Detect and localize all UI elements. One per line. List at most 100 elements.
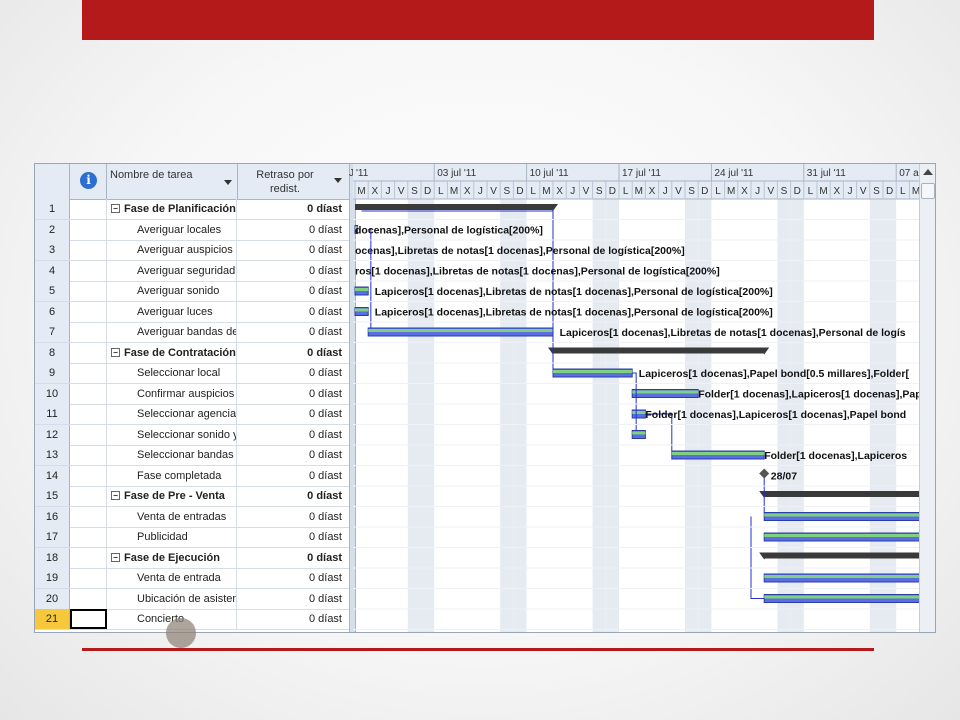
row-number[interactable]: 10 xyxy=(35,383,70,404)
indicator-cell[interactable] xyxy=(70,260,107,281)
row-number[interactable]: 1 xyxy=(35,199,70,219)
delay-cell[interactable]: 0 díast xyxy=(238,445,342,465)
collapse-icon[interactable]: − xyxy=(111,552,120,562)
collapse-icon[interactable]: − xyxy=(111,204,120,213)
task-name-cell[interactable]: − Fase de Ejecución xyxy=(107,547,237,568)
indicator-cell[interactable] xyxy=(70,404,107,424)
task-name-cell[interactable]: Fase completada xyxy=(107,465,237,486)
task-name-cell[interactable]: Averiguar seguridad xyxy=(107,260,237,281)
vertical-scrollbar[interactable] xyxy=(919,164,935,632)
row-number[interactable]: 14 xyxy=(35,465,70,486)
task-name-cell[interactable]: Averiguar bandas de xyxy=(107,322,237,342)
table-row[interactable]: 18 − Fase de Ejecución 0 díast xyxy=(35,547,349,569)
indicator-cell[interactable] xyxy=(70,383,107,404)
task-name-cell[interactable]: − Fase de Pre - Venta xyxy=(107,486,237,506)
row-number[interactable]: 6 xyxy=(35,301,70,322)
indicator-cell[interactable] xyxy=(70,424,107,445)
task-name-cell[interactable]: Venta de entradas xyxy=(107,506,237,527)
task-name-header[interactable]: Nombre de tarea xyxy=(107,164,238,199)
delay-cell[interactable]: 0 díast xyxy=(238,261,342,281)
collapse-icon[interactable]: − xyxy=(111,491,120,500)
indicator-cell[interactable] xyxy=(70,219,107,240)
task-name-cell[interactable]: Publicidad xyxy=(107,527,237,547)
row-number[interactable]: 13 xyxy=(35,445,70,465)
table-row[interactable]: 5 Averiguar sonido 0 díast xyxy=(35,281,349,302)
table-row[interactable]: 16 Venta de entradas 0 díast xyxy=(35,506,349,528)
indicator-cell[interactable] xyxy=(70,281,107,301)
task-name-cell[interactable]: Averiguar luces xyxy=(107,301,237,322)
indicator-cell[interactable] xyxy=(70,322,107,342)
indicator-cell[interactable] xyxy=(70,363,107,383)
task-name-cell[interactable]: − Fase de Planificación xyxy=(107,199,237,219)
delay-cell[interactable]: 0 díast xyxy=(238,322,342,342)
delay-cell[interactable]: 0 díast xyxy=(238,486,342,506)
row-number[interactable]: 9 xyxy=(35,363,70,383)
table-row[interactable]: 1 − Fase de Planificación 0 díast xyxy=(35,199,349,220)
indicator-header[interactable]: i xyxy=(70,164,107,199)
delay-cell[interactable]: 0 díast xyxy=(238,404,342,424)
task-name-cell[interactable]: Seleccionar bandas d xyxy=(107,445,237,465)
task-name-cell[interactable]: − Fase de Contratación xyxy=(107,342,237,363)
task-name-cell[interactable]: Averiguar locales xyxy=(107,219,237,240)
indicator-cell[interactable] xyxy=(70,240,107,260)
indicator-cell[interactable] xyxy=(70,342,107,363)
row-number[interactable]: 15 xyxy=(35,486,70,506)
table-row[interactable]: 2 Averiguar locales 0 díast xyxy=(35,219,349,241)
delay-cell[interactable]: 0 díast xyxy=(238,466,342,486)
row-number[interactable]: 5 xyxy=(35,281,70,301)
table-row[interactable]: 14 Fase completada 0 díast xyxy=(35,465,349,487)
row-number[interactable]: 11 xyxy=(35,404,70,424)
delay-cell[interactable]: 0 díast xyxy=(238,609,342,629)
table-row[interactable]: 7 Averiguar bandas de 0 díast xyxy=(35,322,349,343)
table-row[interactable]: 6 Averiguar luces 0 díast xyxy=(35,301,349,323)
task-name-cell[interactable]: Seleccionar local xyxy=(107,363,237,383)
row-number[interactable]: 7 xyxy=(35,322,70,342)
delay-cell[interactable]: 0 díast xyxy=(238,568,342,588)
gantt-chart[interactable]: MXJVSDLMXJVSDLMXJVSDLMXJVSDLMXJVSDLMXJVS… xyxy=(353,164,919,632)
indicator-cell[interactable] xyxy=(70,547,107,568)
table-row[interactable]: 9 Seleccionar local 0 díast xyxy=(35,363,349,384)
delay-cell[interactable]: 0 díast xyxy=(238,199,342,219)
delay-cell[interactable]: 0 díast xyxy=(238,363,342,383)
indicator-cell[interactable] xyxy=(70,486,107,506)
row-number[interactable]: 17 xyxy=(35,527,70,547)
indicator-cell[interactable] xyxy=(70,301,107,322)
delay-cell[interactable]: 0 díast xyxy=(238,220,342,240)
indicator-cell[interactable] xyxy=(70,445,107,465)
row-number[interactable]: 21 xyxy=(35,609,70,629)
table-row[interactable]: 12 Seleccionar sonido y l0 díast xyxy=(35,424,349,446)
indicator-cell[interactable] xyxy=(70,465,107,486)
table-row[interactable]: 15 − Fase de Pre - Venta 0 díast xyxy=(35,486,349,507)
table-row[interactable]: 20 Ubicación de asistente 0 díast xyxy=(35,588,349,610)
task-name-cell[interactable]: Venta de entrada xyxy=(107,568,237,588)
delay-cell[interactable]: 0 díast xyxy=(238,302,342,322)
indicator-cell[interactable] xyxy=(70,199,107,219)
indicator-cell[interactable] xyxy=(70,568,107,588)
row-number[interactable]: 2 xyxy=(35,219,70,240)
table-row[interactable]: 10 Confirmar auspicios 0 díast xyxy=(35,383,349,405)
table-row[interactable]: 11 Seleccionar agencia d0 díast xyxy=(35,404,349,425)
delay-cell[interactable]: 0 díast xyxy=(238,425,342,445)
table-row[interactable]: 19 Venta de entrada 0 díast xyxy=(35,568,349,589)
task-name-cell[interactable]: Confirmar auspicios xyxy=(107,383,237,404)
delay-cell[interactable]: 0 díast xyxy=(238,240,342,260)
table-row[interactable]: 17 Publicidad 0 díast xyxy=(35,527,349,548)
scroll-up-icon[interactable] xyxy=(923,169,933,175)
row-number[interactable]: 18 xyxy=(35,547,70,568)
row-number[interactable]: 20 xyxy=(35,588,70,609)
delay-cell[interactable]: 0 díast xyxy=(238,281,342,301)
table-row[interactable]: 8 − Fase de Contratación 0 díast xyxy=(35,342,349,364)
row-number-header[interactable] xyxy=(35,164,70,199)
task-name-cell[interactable]: Ubicación de asistente xyxy=(107,588,237,609)
task-name-cell[interactable]: Seleccionar sonido y l xyxy=(107,424,237,445)
task-name-cell[interactable]: Averiguar auspicios xyxy=(107,240,237,260)
indicator-cell[interactable] xyxy=(70,588,107,609)
table-row[interactable]: 4 Averiguar seguridad 0 díast xyxy=(35,260,349,282)
row-number[interactable]: 4 xyxy=(35,260,70,281)
delay-cell[interactable]: 0 díast xyxy=(238,548,342,568)
task-name-cell[interactable]: Seleccionar agencia d xyxy=(107,404,237,424)
table-row[interactable]: 13 Seleccionar bandas d0 díast xyxy=(35,445,349,466)
delay-cell[interactable]: 0 díast xyxy=(238,507,342,527)
row-number[interactable]: 16 xyxy=(35,506,70,527)
indicator-cell[interactable] xyxy=(70,506,107,527)
